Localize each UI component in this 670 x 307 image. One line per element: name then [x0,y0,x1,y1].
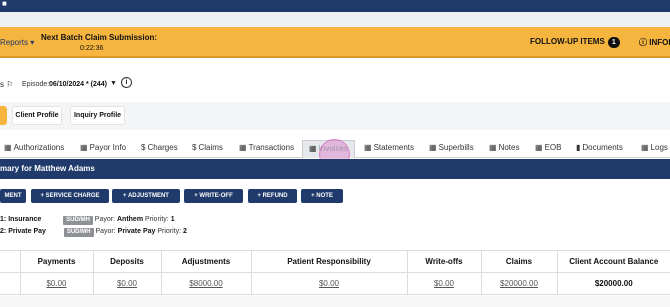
deposits-link[interactable]: $0.00 [117,279,137,288]
table-icon: ▦ [429,143,437,152]
column-header: Write-offs [406,250,481,273]
tab-eob[interactable]: ▦ EOB [535,140,561,158]
batch-submission-timer: 0:22:36 [80,45,104,52]
tab-authorizations[interactable]: ▦ Authorizations [4,140,64,158]
column-header: Claims [480,250,557,273]
page-bottom-edge [0,296,670,307]
summary-title: mary for Matthew Adams [0,164,95,173]
column-header: Payments [19,250,93,273]
info-icon[interactable]: i [121,77,132,88]
sud-mh-badge: SUD/MH [63,216,93,225]
batch-submission-title: Next Batch Claim Submission: [41,33,158,42]
table-icon: ▦ [80,143,88,152]
add-note-button[interactable]: + NOTE [301,189,343,203]
financial-summary-table: Payments Deposits Adjustments Patient Re… [0,250,670,295]
episode-label: Episode: [22,81,50,88]
chevron-down-icon[interactable]: ▼ [110,80,117,87]
column-header: Client Account Balance [556,250,670,273]
tab-transactions[interactable]: ▦ Transactions [239,140,294,158]
claims-link[interactable]: $20000.00 [500,279,538,288]
dollar-icon: $ [141,143,146,152]
table-row: $0.00 $0.00 $8000.00 $0.00 $0.00 $20000.… [0,272,670,295]
table-cell: $0.00 [19,272,93,295]
tab-documents[interactable]: ▮ Documents [576,140,623,158]
episode-select[interactable]: 06/10/2024 * (244) [49,81,107,88]
table-icon: ▦ [4,143,12,152]
add-refund-button[interactable]: + REFUND [248,189,297,203]
reports-menu[interactable]: Reports ▾ [0,38,34,47]
table-cell: $20000.00 [480,272,557,295]
add-adjustment-button[interactable]: + ADJUSTMENT [112,189,180,203]
payer-row: 1: Insurance SUD/MH Payor: Anthem Priori… [0,216,175,225]
client-account-balance: $20000.00 [556,272,670,295]
write-offs-link[interactable]: $0.00 [434,279,454,288]
tab-notes[interactable]: ▦ Notes [489,140,519,158]
dollar-icon: $ [192,143,197,152]
toolbar-spacer [0,12,670,27]
followup-items-button[interactable]: FOLLOW-UP ITEMS 1 [530,37,620,48]
payer-type: Private Pay [8,228,46,235]
user-icon[interactable]: ■ [2,0,10,8]
table-header-row: Payments Deposits Adjustments Patient Re… [0,250,670,273]
client-profile-button[interactable]: Client Profile [12,106,62,125]
table-icon: ▦ [239,143,247,152]
followup-count-badge: 1 [607,37,620,48]
column-header: Adjustments [160,250,251,273]
payments-link[interactable]: $0.00 [46,279,66,288]
sud-mh-badge: SUD/MH [63,228,94,237]
table-cell [0,272,20,295]
top-navbar: ■ [0,0,670,12]
table-icon: ▦ [489,143,497,152]
chevron-down-icon: ▾ [30,38,35,47]
table-cell: $0.00 [250,272,407,295]
tab-charges[interactable]: $ Charges [141,140,178,158]
table-cell: $0.00 [406,272,481,295]
table-cell: $8000.00 [160,272,251,295]
table-cell: $0.00 [92,272,161,295]
tab-logs[interactable]: ▦ Logs [641,140,668,158]
table-icon: ▦ [309,144,317,153]
tab-superbills[interactable]: ▦ Superbills [429,140,474,158]
add-payment-button[interactable]: MENT [0,189,26,203]
information-menu[interactable]: ⓘ INFORM [639,37,670,48]
flag-icon[interactable]: s ⚐ [0,80,13,89]
table-icon: ▦ [535,143,543,152]
column-header [0,250,20,273]
episode-row: s ⚐ Episode: 06/10/2024 * (244) ▼ i [0,76,670,94]
tab-statements[interactable]: ▦ Statements [364,140,414,158]
table-icon: ▦ [364,143,372,152]
patient-responsibility-link[interactable]: $0.00 [319,279,339,288]
inquiry-profile-button[interactable]: Inquiry Profile [70,106,125,125]
column-header: Patient Responsibility [250,250,407,273]
profile-accent-tab[interactable] [0,106,7,125]
adjustments-link[interactable]: $8000.00 [189,279,222,288]
info-icon: ⓘ [639,38,647,47]
tab-payor-info[interactable]: ▦ Payor Info [80,140,126,158]
summary-header: mary for Matthew Adams [0,159,670,179]
payer-type: Insurance [8,216,42,223]
add-write-off-button[interactable]: + WRITE-OFF [184,189,243,203]
tab-claims[interactable]: $ Claims [192,140,223,158]
document-icon: ▮ [576,143,581,152]
add-service-charge-button[interactable]: + SERVICE CHARGE [31,189,109,203]
column-header: Deposits [92,250,161,273]
table-icon: ▦ [641,143,649,152]
payer-row: 2: Private Pay SUD/MH Payor: Private Pay… [0,228,187,237]
